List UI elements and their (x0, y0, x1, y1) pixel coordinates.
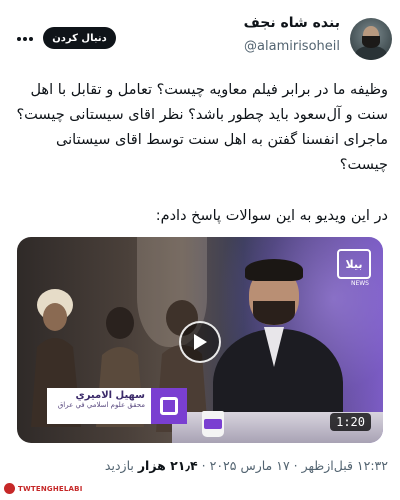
video-duration-badge: 1:20 (330, 413, 371, 431)
video-mug-logo (204, 419, 222, 429)
play-icon[interactable] (179, 321, 221, 363)
author-display-name[interactable]: بنده شاه نجف (244, 15, 340, 31)
tweet-card: بنده شاه نجف @alamirisoheil دنبال کردن و… (0, 0, 400, 500)
author-avatar[interactable] (350, 18, 392, 60)
avatar-beard (362, 36, 380, 48)
channel-logo: بيلا (337, 249, 371, 279)
lower-third-role: محقق علوم اسلامي في عراق (57, 401, 145, 409)
lower-third-name: سهيل الاميري (75, 390, 145, 401)
video-host-hair (245, 259, 303, 281)
tweet-views-label: بازدید (104, 458, 134, 473)
video-player[interactable]: بيلا NEWS سهيل الاميري محقق علوم اسلامي … (17, 237, 383, 443)
tweet-intro-text: در این ویدیو به این سوالات پاسخ دادم: (155, 208, 388, 224)
tweet-views-count: ۲۱٫۴ هزار (137, 458, 198, 473)
author-handle[interactable]: @alamirisoheil (244, 39, 340, 54)
avatar-body (355, 46, 387, 60)
tweet-meta: ۱۲:۳۲ قبل‌ازظهر · ۱۷ مارس ۲۰۲۵ · ۲۱٫۴ هز… (104, 458, 388, 473)
more-horizontal-icon[interactable] (14, 28, 36, 50)
lower-third-text: سهيل الاميري محقق علوم اسلامي في عراق (47, 388, 151, 424)
tweet-time[interactable]: ۱۲:۳۲ قبل‌ازظهر (302, 458, 388, 473)
source-watermark: TWTENGHELABI (4, 483, 83, 494)
video-host-beard (253, 301, 295, 325)
lower-third-logo-icon (151, 388, 187, 424)
channel-logo-sub: NEWS (350, 280, 369, 287)
tweet-text: وظیفه ما در برابر فیلم معاویه چیست؟ تعام… (16, 82, 388, 173)
follow-button[interactable]: دنبال کردن (43, 27, 116, 49)
watermark-icon (4, 483, 15, 494)
tweet-date[interactable]: ۱۷ مارس ۲۰۲۵ (210, 458, 290, 473)
channel-logo-text: بيلا (345, 257, 363, 271)
watermark-text: TWTENGHELABI (18, 484, 83, 493)
video-lower-third: سهيل الاميري محقق علوم اسلامي في عراق (47, 388, 187, 424)
